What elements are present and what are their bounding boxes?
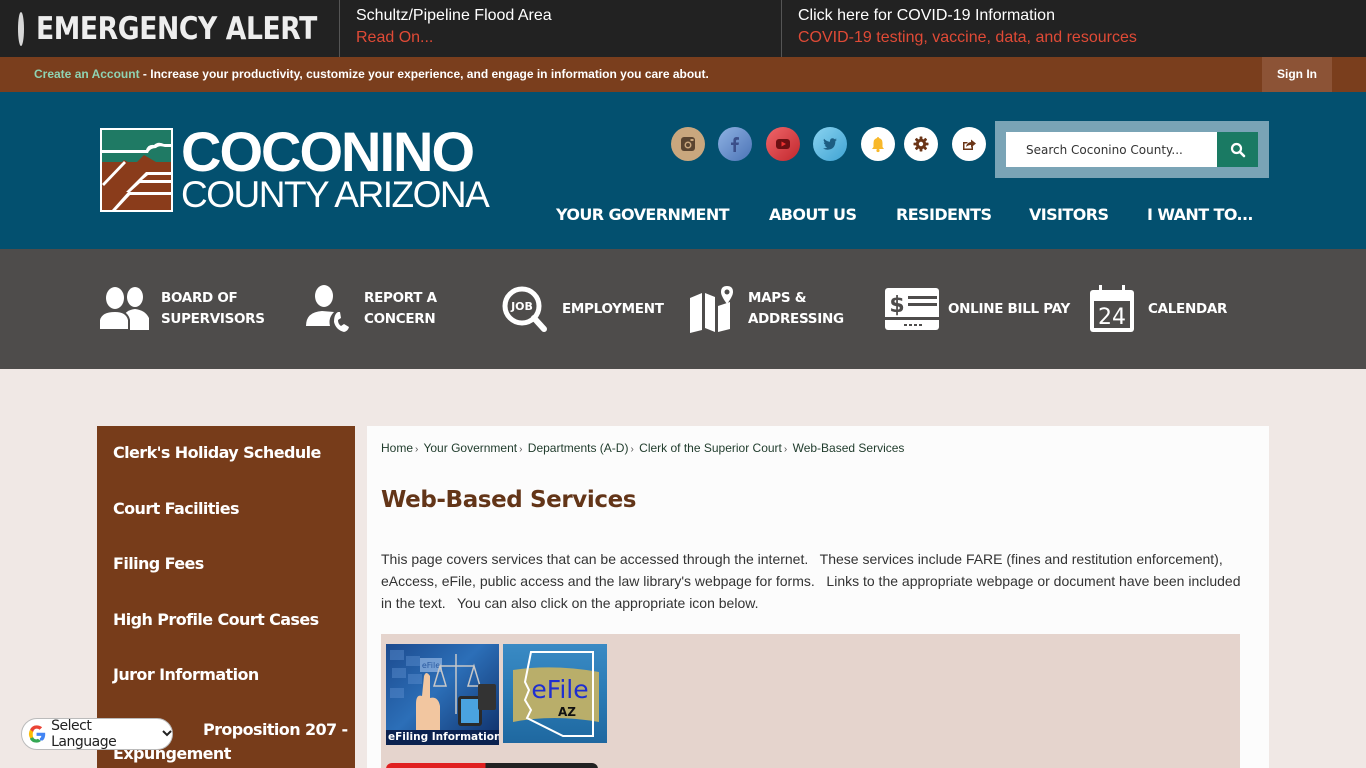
bell-icon[interactable]	[861, 127, 895, 161]
breadcrumb-departments[interactable]: Departments (A-D)	[528, 441, 629, 455]
service-icons-panel: eFile eFiling Information eFile AZ	[381, 634, 1240, 768]
nav-residents[interactable]: RESIDENTS	[896, 205, 992, 224]
svg-text:eFile: eFile	[422, 661, 440, 670]
breadcrumb-clerk[interactable]: Clerk of the Superior Court	[639, 441, 782, 455]
breadcrumb-your-government[interactable]: Your Government	[423, 441, 517, 455]
calendar-day: 24	[1098, 305, 1126, 330]
alert-headline: Schultz/Pipeline Flood Area	[356, 7, 552, 24]
alert-item-covid[interactable]: Click here for COVID-19 Information COVI…	[782, 0, 1366, 57]
efiling-caption: eFiling Information	[386, 730, 499, 745]
quick-link-calendar[interactable]: 24 CALENDAR	[1084, 285, 1227, 333]
account-bar: Create an Account - Increase your produc…	[0, 57, 1366, 92]
facebook-icon[interactable]	[718, 127, 752, 161]
quick-link-board-of-supervisors[interactable]: BOARD OF SUPERVISORS	[97, 285, 265, 333]
create-account-link[interactable]: Create an Account	[34, 67, 140, 81]
share-icon[interactable]	[952, 127, 986, 161]
main-content: Home › Your Government › Departments (A-D)…	[367, 426, 1269, 768]
quick-link-label: CALENDAR	[1148, 300, 1228, 317]
bill-card-icon: $	[884, 284, 940, 334]
breadcrumb-home[interactable]: Home	[381, 441, 413, 455]
logo-line-2: COUNTY ARIZONA	[181, 174, 490, 215]
sidebar-item-high-profile-cases[interactable]: High Profile Court Cases	[113, 608, 319, 632]
account-message-text: - Increase your productivity, customize …	[139, 67, 709, 81]
alert-item-flood[interactable]: Schultz/Pipeline Flood Area Read On...	[340, 0, 782, 57]
calendar-icon: 24	[1084, 284, 1140, 334]
alert-covid-link[interactable]: COVID-19 testing, vaccine, data, and res…	[798, 26, 1366, 50]
sidebar-item-filing-fees[interactable]: Filing Fees	[113, 552, 204, 576]
quick-link-employment[interactable]: JOB EMPLOYMENT	[498, 285, 664, 333]
efile-az-graphic: eFile AZ	[513, 651, 599, 737]
job-search-icon: JOB	[498, 284, 554, 334]
gear-icon[interactable]	[904, 127, 938, 161]
quick-link-label: ONLINE BILL PAY	[948, 300, 1070, 317]
quick-link-label: BOARD OF SUPERVISORS	[161, 290, 265, 327]
logo-wordmark: COCONINO COUNTY ARIZONA	[181, 120, 490, 215]
quick-link-online-bill-pay[interactable]: $ ONLINE BILL PAY	[884, 285, 1070, 333]
search-icon	[1230, 142, 1245, 157]
efiling-information-tile[interactable]: eFile eFiling Information	[386, 644, 499, 745]
quick-link-maps-addressing[interactable]: MAPS & ADDRESSING	[684, 285, 844, 333]
breadcrumb: Home › Your Government › Departments (A-D)…	[381, 441, 905, 455]
nav-your-government[interactable]: YOUR GOVERNMENT	[556, 205, 730, 224]
quick-links-bar: BOARD OF SUPERVISORS REPORT A CONCERN JOB …	[0, 249, 1366, 369]
page-title: Web-Based Services	[381, 487, 637, 513]
youtube-icon[interactable]	[766, 127, 800, 161]
account-message: Create an Account - Increase your produc…	[34, 67, 709, 81]
partial-service-tile[interactable]	[386, 763, 598, 768]
job-text: JOB	[510, 300, 533, 313]
logo-line-1: COCONINO	[181, 120, 475, 183]
twitter-icon[interactable]	[813, 127, 847, 161]
efile-az-tile[interactable]: eFile AZ	[503, 644, 607, 743]
county-logo[interactable]: COCONINO COUNTY ARIZONA	[100, 120, 490, 215]
logo-mountain-icon	[100, 128, 173, 212]
emergency-alert-title: EMERGENCY ALERT	[36, 10, 317, 47]
nav-about-us[interactable]: ABOUT US	[769, 205, 857, 224]
emergency-alert-bar: EMERGENCY ALERT Schultz/Pipeline Flood A…	[0, 0, 1366, 57]
people-icon	[97, 284, 153, 334]
alert-light-icon	[18, 11, 24, 46]
quick-link-label: REPORT A CONCERN	[364, 290, 437, 327]
map-pin-icon	[684, 284, 740, 334]
efile-az-main: eFile	[531, 675, 588, 704]
nav-visitors[interactable]: VISITORS	[1029, 205, 1109, 224]
language-label: Select Language	[51, 718, 117, 750]
sign-in-button[interactable]: Sign In	[1262, 57, 1332, 92]
search-box	[995, 121, 1269, 178]
quick-link-label: EMPLOYMENT	[562, 300, 664, 317]
person-phone-icon	[300, 284, 356, 334]
language-selector[interactable]: Select Language	[21, 718, 173, 750]
instagram-icon[interactable]	[671, 127, 705, 161]
google-icon	[28, 725, 46, 743]
quick-link-report-a-concern[interactable]: REPORT A CONCERN	[300, 285, 437, 333]
chevron-down-icon	[162, 728, 172, 740]
site-header: COCONINO COUNTY ARIZONA Search Coconino …	[0, 92, 1366, 249]
alert-headline: Click here for COVID-19 Information	[798, 7, 1055, 24]
sidebar-nav: Clerk's Holiday Schedule Court Facilitie…	[97, 426, 355, 768]
sidebar-item-juror-information[interactable]: Juror Information	[113, 663, 259, 687]
search-input[interactable]	[1006, 132, 1217, 167]
sidebar-item-court-facilities[interactable]: Court Facilities	[113, 497, 239, 521]
breadcrumb-current: Web-Based Services	[792, 441, 905, 455]
search-button[interactable]	[1217, 132, 1258, 167]
quick-link-label: MAPS & ADDRESSING	[748, 290, 844, 327]
efile-az-sub: AZ	[558, 705, 576, 719]
alert-read-on-link[interactable]: Read On...	[356, 26, 781, 50]
svg-text:$: $	[889, 293, 904, 318]
intro-paragraph: This page covers services that can be ac…	[381, 551, 1245, 611]
nav-i-want-to[interactable]: I WANT TO...	[1147, 205, 1254, 224]
emergency-alert-brand[interactable]: EMERGENCY ALERT	[0, 0, 340, 57]
sidebar-item-holiday-schedule[interactable]: Clerk's Holiday Schedule	[113, 441, 321, 465]
